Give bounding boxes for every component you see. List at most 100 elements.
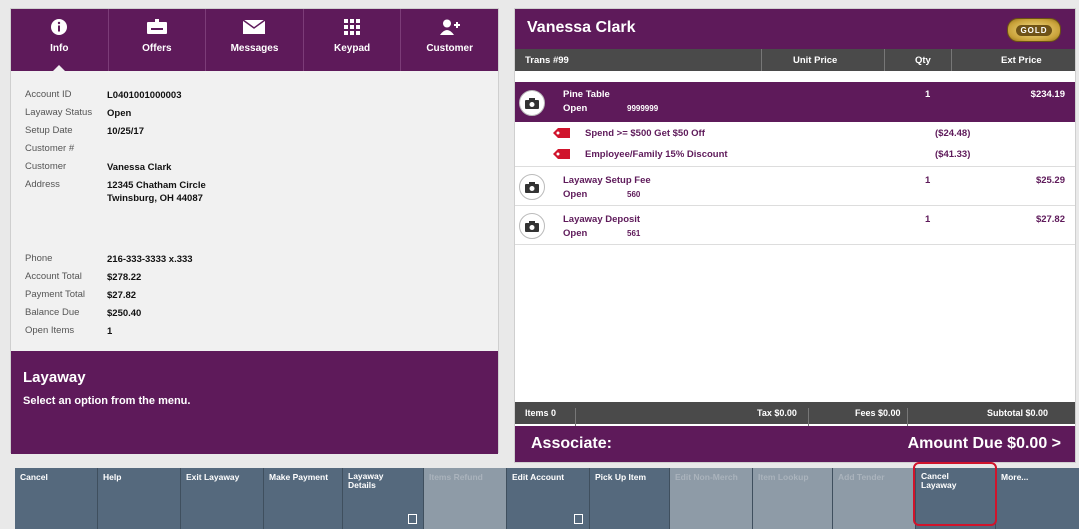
add-customer-icon (439, 17, 461, 37)
trans-number: Trans #99 (525, 55, 569, 66)
qty-header: Qty (915, 55, 931, 66)
layaway-details-button[interactable]: Layaway Details (343, 468, 424, 529)
item-name: Layaway Setup Fee (563, 175, 651, 186)
customer-header[interactable]: Vanessa Clark GOLD (515, 9, 1075, 49)
line-item-pine-table[interactable]: Pine Table Open 9999999 1 $234.19 (515, 82, 1075, 122)
associate-label: Associate: (531, 435, 612, 452)
pick-up-item-button[interactable]: Pick Up Item (590, 468, 670, 529)
tab-offers[interactable]: Offers (109, 9, 207, 71)
field-label: Address (25, 179, 60, 190)
item-sku: 560 (627, 190, 641, 199)
field-label: Account Total (25, 271, 82, 282)
column-divider (761, 49, 762, 71)
tab-label: Info (50, 43, 69, 54)
item-name: Pine Table (563, 89, 610, 100)
button-label: Exit Layaway (186, 472, 240, 482)
camera-icon (519, 174, 545, 200)
line-item-deposit[interactable]: Layaway Deposit Open 561 1 $27.82 (515, 206, 1075, 244)
setup-date-value: 10/25/17 (107, 126, 144, 137)
button-label: Cancel (20, 472, 48, 482)
transaction-panel: Vanessa Clark GOLD Trans #99 Unit Price … (514, 8, 1076, 463)
customer-number-row: Customer # (25, 143, 107, 154)
edit-account-button[interactable]: Edit Account (507, 468, 590, 529)
tab-info[interactable]: Info (11, 9, 109, 72)
account-id-row: Account ID L0401001000003 (25, 89, 182, 102)
submenu-icon (408, 514, 417, 524)
add-tender-button[interactable]: Add Tender (833, 468, 916, 529)
button-label: Help (103, 472, 122, 482)
field-label: Layaway Status (25, 107, 93, 118)
discount-line[interactable]: Employee/Family 15% Discount ($41.33) (515, 144, 1075, 164)
item-status: Open (563, 103, 588, 114)
tax-total: Tax $0.00 (757, 408, 797, 418)
prompt-message-box: Layaway Select an option from the menu. (11, 351, 498, 454)
discount-line[interactable]: Spend >= $500 Get $50 Off ($24.48) (515, 123, 1075, 143)
item-name: Layaway Deposit (563, 214, 641, 225)
item-status: Open (563, 189, 588, 200)
item-lookup-button[interactable]: Item Lookup (753, 468, 833, 529)
field-label: Balance Due (25, 307, 80, 318)
cancel-button[interactable]: Cancel (15, 468, 98, 529)
button-label: Make Payment (269, 472, 329, 482)
field-label: Setup Date (25, 125, 73, 136)
more-button[interactable]: More... (996, 468, 1079, 529)
item-ext-price: $234.19 (1030, 89, 1065, 100)
keypad-icon (344, 17, 361, 37)
item-qty: 1 (925, 89, 931, 100)
field-label: Customer # (25, 143, 75, 154)
edit-non-merch-button[interactable]: Edit Non-Merch (670, 468, 753, 529)
make-payment-button[interactable]: Make Payment (264, 468, 343, 529)
account-total-value: $278.22 (107, 272, 142, 283)
tab-keypad[interactable]: Keypad (304, 9, 402, 71)
button-label: Edit Account (512, 472, 565, 482)
price-tag-icon (551, 127, 571, 142)
help-button[interactable]: Help (98, 468, 181, 529)
button-label: Pick Up Item (595, 472, 647, 482)
tab-bar: Info Offers Messages Keypad Customer (11, 9, 498, 72)
cancel-layaway-button[interactable]: Cancel Layaway (916, 468, 996, 529)
row-divider (515, 244, 1075, 245)
gold-badge-icon: GOLD (1007, 18, 1061, 42)
totals-bar: Items 0 Tax $0.00 Fees $0.00 Subtotal $0… (515, 402, 1075, 430)
payment-total-value: $27.82 (107, 290, 137, 301)
column-divider (884, 49, 885, 71)
item-sku: 9999999 (627, 104, 659, 113)
submenu-icon (574, 514, 583, 524)
field-label: Payment Total (25, 289, 86, 300)
layaway-status-row: Layaway Status Open (25, 107, 131, 120)
payment-total-row: Payment Total $27.82 (25, 289, 136, 302)
phone-value: 216-333-3333 x.333 (107, 254, 193, 265)
column-divider (951, 49, 952, 71)
subtotal: Subtotal $0.00 (987, 408, 1049, 418)
discount-name: Employee/Family 15% Discount (585, 149, 728, 160)
exit-layaway-button[interactable]: Exit Layaway (181, 468, 264, 529)
envelope-icon (242, 17, 266, 37)
customer-name: Vanessa Clark (527, 19, 636, 36)
button-label: More... (1001, 472, 1029, 482)
tier-label: GOLD (1016, 24, 1052, 36)
button-label: Edit Non-Merch (675, 472, 738, 482)
discount-name: Spend >= $500 Get $50 Off (585, 128, 705, 139)
camera-icon (519, 213, 545, 239)
tab-messages[interactable]: Messages (206, 9, 304, 71)
items-refund-button[interactable]: Items Refund (424, 468, 507, 529)
item-ext-price: $27.82 (1035, 214, 1065, 225)
amount-due-bar[interactable]: Associate: Amount Due $0.00 > (515, 426, 1075, 462)
fees-total: Fees $0.00 (855, 408, 901, 418)
tab-label: Offers (142, 43, 172, 54)
tab-label: Keypad (334, 43, 371, 54)
address-value: 12345 Chatham Circle Twinsburg, OH 44087 (107, 180, 206, 204)
tab-label: Messages (230, 43, 279, 54)
item-sku: 561 (627, 229, 641, 238)
customer-value: Vanessa Clark (107, 162, 172, 173)
tab-customer[interactable]: Customer (401, 9, 498, 71)
balance-due-value: $250.40 (107, 308, 142, 319)
item-qty: 1 (925, 214, 931, 225)
coupon-icon (146, 17, 168, 37)
field-label: Account ID (25, 89, 72, 100)
item-ext-price: $25.29 (1035, 175, 1065, 186)
line-item-setup-fee[interactable]: Layaway Setup Fee Open 560 1 $25.29 (515, 167, 1075, 205)
amount-due[interactable]: Amount Due $0.00 > (908, 435, 1061, 453)
button-label: Item Lookup (758, 472, 809, 482)
discount-amount: ($41.33) (935, 149, 971, 160)
